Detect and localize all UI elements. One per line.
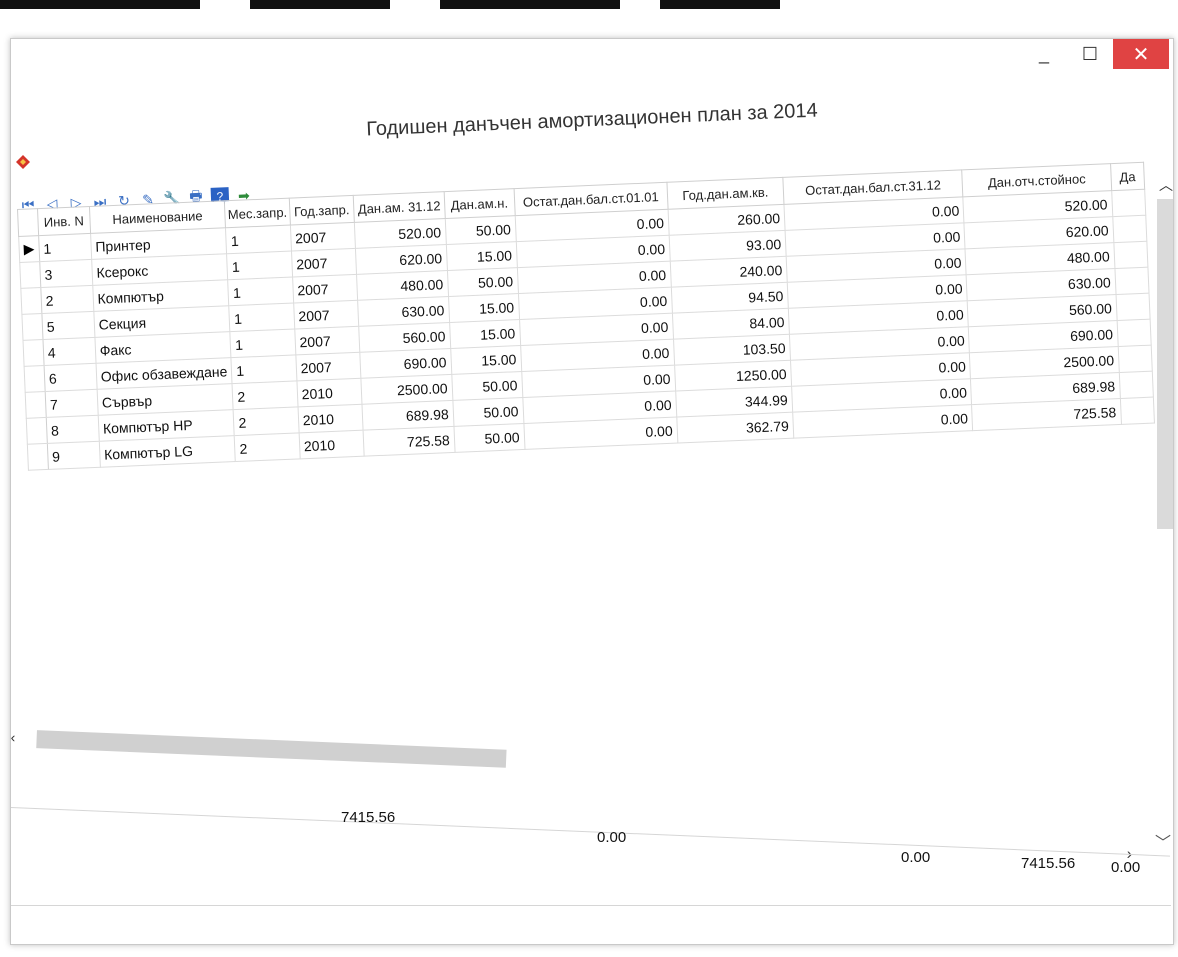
col-header-year[interactable]: Год.запр. [289,195,355,226]
cell-dan-otch-stoinost[interactable]: 725.58 [971,398,1122,431]
cell-inv-n[interactable]: 1 [38,233,92,262]
cell-month[interactable]: 1 [231,354,297,384]
cell-ostat-0101[interactable]: 0.00 [523,417,678,450]
total-ostat-0101: 0.00 [597,829,627,846]
cell-da[interactable] [1120,397,1155,425]
col-header-da[interactable]: Да [1110,162,1145,191]
row-indicator[interactable] [27,443,49,471]
row-indicator-header [17,208,39,237]
row-indicator[interactable] [23,339,44,367]
cell-dan-am-3112[interactable]: 725.58 [363,426,455,457]
cell-inv-n[interactable]: 8 [46,415,100,444]
cell-da[interactable] [1117,345,1153,373]
vertical-scroll-thumb[interactable] [1157,199,1173,529]
cell-year[interactable]: 2007 [293,300,359,329]
cell-inv-n[interactable]: 6 [43,363,97,392]
row-indicator[interactable] [24,365,45,393]
cell-dan-am-3112[interactable]: 560.00 [358,322,451,353]
col-header-inv-n[interactable]: Инв. N [37,206,91,236]
totals-footer: 7415.56 0.00 0.00 7415.56 0.00 [10,799,1171,919]
cell-month[interactable]: 2 [233,406,299,436]
cell-inv-n[interactable]: 2 [40,285,94,314]
cell-year[interactable]: 2007 [295,352,362,381]
cell-da[interactable] [1114,267,1150,295]
cell-inv-n[interactable]: 4 [42,337,96,366]
cell-dan-am-3112[interactable]: 2500.00 [361,374,453,405]
cell-dan-am-n[interactable]: 50.00 [447,267,519,297]
close-button[interactable]: ✕ [1113,39,1169,69]
cell-da[interactable] [1116,319,1152,347]
cell-name[interactable]: Компютър LG [99,435,236,468]
cell-dan-am-n[interactable]: 50.00 [451,371,523,401]
scroll-up-icon[interactable]: ︿ [1159,175,1173,195]
cell-year[interactable]: 2010 [297,404,364,433]
window-title: Годишен данъчен амортизационен план за 2… [365,99,819,141]
cell-dan-am-3112[interactable]: 520.00 [354,218,447,249]
table-body: ▶ 1 Принтер 1 2007 520.00 50.00 0.00 260.00 0.00 5… [18,189,1155,471]
cell-da[interactable] [1115,293,1151,321]
cell-dan-am-n[interactable]: 15.00 [450,345,522,375]
cell-dan-am-n[interactable]: 15.00 [449,319,521,349]
cell-month[interactable]: 1 [226,251,293,280]
cell-dan-am-n[interactable]: 50.00 [453,423,525,453]
vertical-scrollbar[interactable]: ︿ ﹀ [1153,177,1173,879]
cell-dan-am-3112[interactable]: 620.00 [355,244,448,275]
cell-dan-am-n[interactable]: 50.00 [444,215,516,245]
row-indicator[interactable]: ▶ [18,235,40,263]
maximize-button[interactable]: ☐ [1067,39,1113,69]
cell-year[interactable]: 2010 [298,430,365,459]
cell-dan-am-n[interactable]: 15.00 [446,241,517,271]
cell-dan-am-3112[interactable]: 630.00 [357,296,450,327]
total-dan-am-3112: 7415.56 [341,809,396,826]
cell-dan-am-3112[interactable]: 480.00 [356,270,449,301]
total-dan-otch-stoinost: 7415.56 [1021,855,1076,872]
cell-month[interactable]: 2 [232,380,298,410]
row-indicator[interactable] [19,261,41,289]
row-indicator[interactable] [21,313,43,341]
cell-da[interactable] [1113,241,1148,269]
cell-dan-am-n[interactable]: 15.00 [448,293,520,323]
col-header-dan-am-n[interactable]: Дан.ам.н. [443,188,515,219]
cell-year[interactable]: 2007 [290,222,356,252]
app-icon [16,155,30,169]
total-last-column: 0.00 [1111,859,1141,876]
col-header-dan-am-3112[interactable]: Дан.ам. 31.12 [353,191,445,223]
cell-year[interactable]: 2010 [296,378,363,407]
scroll-left-icon[interactable]: ‹ [10,729,15,745]
cell-da[interactable] [1119,371,1154,399]
cell-month[interactable]: 1 [230,328,296,358]
cell-month[interactable]: 2 [234,432,300,462]
cell-inv-n[interactable]: 9 [47,441,101,470]
minimize-button[interactable]: _ [1021,39,1067,69]
row-indicator[interactable] [25,391,47,419]
cell-inv-n[interactable]: 3 [39,259,93,288]
window-controls: _ ☐ ✕ [1021,39,1169,75]
top-banner [0,0,1178,20]
cell-inv-n[interactable]: 7 [44,389,98,418]
total-ostat-3112: 0.00 [901,849,931,866]
col-header-month[interactable]: Мес.запр. [224,198,291,228]
row-indicator[interactable] [20,287,42,315]
cell-god-dan-am-kv[interactable]: 362.79 [676,412,794,444]
cell-dan-am-3112[interactable]: 690.00 [359,348,452,379]
cell-inv-n[interactable]: 5 [41,311,95,340]
cell-year[interactable]: 2007 [291,248,357,278]
app-window: _ ☐ ✕ Годишен данъчен амортизационен пла… [10,38,1174,945]
cell-month[interactable]: 1 [229,303,295,332]
cell-da[interactable] [1112,215,1147,243]
cell-dan-am-3112[interactable]: 689.98 [362,400,454,431]
cell-month[interactable]: 1 [227,277,294,306]
cell-year[interactable]: 2007 [294,326,360,355]
amortization-table: Инв. N Наименование Мес.запр. Год.запр. … [17,162,1155,471]
cell-dan-am-n[interactable]: 50.00 [452,397,524,427]
row-indicator[interactable] [26,417,48,445]
cell-month[interactable]: 1 [225,225,292,254]
cell-da[interactable] [1111,189,1146,217]
cell-year[interactable]: 2007 [292,274,358,304]
